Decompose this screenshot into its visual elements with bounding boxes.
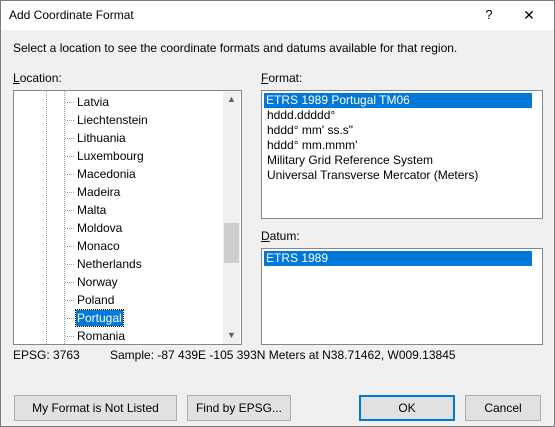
window-title: Add Coordinate Format [9,8,134,22]
format-list-item[interactable]: Universal Transverse Mercator (Meters) [265,168,480,183]
epsg-code: EPSG: 3763 [13,348,80,362]
tree-item[interactable]: Romania [76,328,126,344]
format-list-item[interactable]: hddd.ddddd° [265,108,337,123]
tree-item[interactable]: Luxembourg [76,148,145,164]
close-button[interactable]: ✕ [517,4,541,26]
instructions-text: Select a location to see the coordinate … [13,41,458,55]
tree-connector-lines [46,91,74,344]
scroll-thumb[interactable] [224,223,239,263]
find-by-epsg-button[interactable]: Find by EPSG... [187,395,291,421]
tree-item[interactable]: Lithuania [76,130,127,146]
scroll-up-icon[interactable]: ▲ [223,91,240,108]
tree-item[interactable]: Netherlands [76,256,143,272]
format-list[interactable]: ETRS 1989 Portugal TM06 hddd.ddddd° hddd° … [261,90,543,219]
tree-item[interactable]: Madeira [76,184,121,200]
help-button[interactable]: ? [477,4,501,26]
tree-item[interactable]: Latvia [76,94,110,110]
format-list-item[interactable]: hddd° mm.mmm' [265,138,359,153]
location-scrollbar[interactable]: ▲ ▼ [223,91,240,344]
format-list-item[interactable]: hddd° mm' ss.s" [265,123,355,138]
location-label: Location: [13,71,62,85]
format-list-item[interactable]: Military Grid Reference System [265,153,435,168]
datum-label: Datum: [261,229,300,243]
datum-list-item[interactable]: ETRS 1989 [264,251,532,266]
tree-item[interactable]: Poland [76,292,115,308]
title-bar: Add Coordinate Format ? ✕ [1,1,554,30]
ok-button[interactable]: OK [359,395,455,421]
my-format-not-listed-button[interactable]: My Format is Not Listed [14,395,177,421]
location-tree[interactable]: Latvia Liechtenstein Lithuania Luxembourg Ma… [13,90,242,345]
scroll-down-icon[interactable]: ▼ [223,327,240,344]
datum-list[interactable]: ETRS 1989 [261,248,543,345]
tree-item[interactable]: Monaco [76,238,121,254]
sample-coordinates: Sample: -87 439E -105 393N Meters at N38… [110,348,456,362]
tree-item[interactable]: Norway [76,274,119,290]
format-label: Format: [261,71,303,85]
tree-item[interactable]: Macedonia [76,166,137,182]
tree-item[interactable]: Malta [76,202,107,218]
tree-item[interactable]: Liechtenstein [76,112,149,128]
add-coordinate-format-dialog: Add Coordinate Format ? ✕ Select a locat… [0,0,555,427]
tree-item[interactable]: Moldova [76,220,123,236]
cancel-button[interactable]: Cancel [465,395,541,421]
tree-item[interactable]: Portugal [75,309,124,327]
format-list-item[interactable]: ETRS 1989 Portugal TM06 [264,93,532,108]
